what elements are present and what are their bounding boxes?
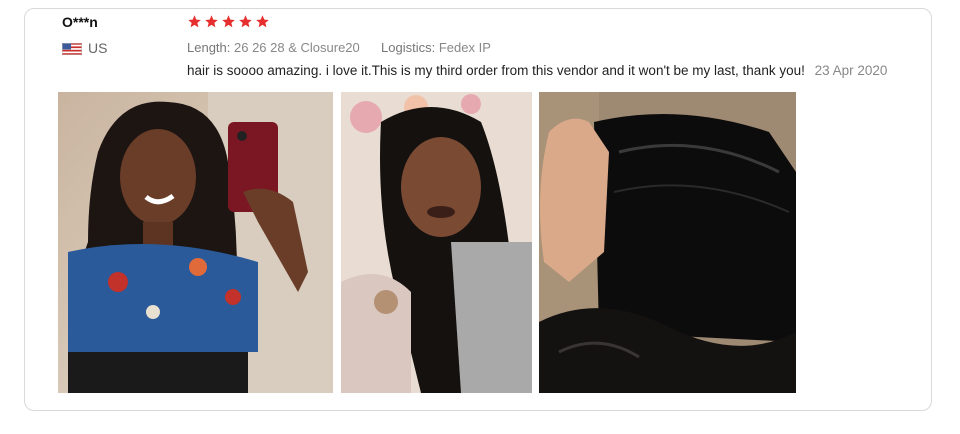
us-flag-icon <box>62 42 82 55</box>
logistics-label: Logistics: <box>381 40 436 55</box>
star-icon <box>255 14 270 29</box>
review-photo-3[interactable] <box>539 92 796 393</box>
star-icon <box>221 14 236 29</box>
star-rating <box>187 14 270 29</box>
star-icon <box>187 14 202 29</box>
reviewer-country: US <box>62 40 107 56</box>
star-icon <box>204 14 219 29</box>
country-label: US <box>88 40 108 56</box>
length-label: Length: <box>187 40 231 55</box>
review-photo-2[interactable] <box>341 92 532 393</box>
review-meta: Length: 26 26 28 & Closure20 Logistics: … <box>187 40 491 55</box>
star-icon <box>238 14 253 29</box>
review-photo-1[interactable] <box>58 92 333 393</box>
reviewer-name: O***n <box>62 14 98 30</box>
length-value: 26 26 28 & Closure20 <box>234 40 360 55</box>
review-body: hair is soooo amazing. i love it.This is… <box>187 63 887 78</box>
review-date: 23 Apr 2020 <box>814 63 888 78</box>
logistics-value: Fedex IP <box>438 40 491 55</box>
review-text: hair is soooo amazing. i love it.This is… <box>187 63 805 78</box>
